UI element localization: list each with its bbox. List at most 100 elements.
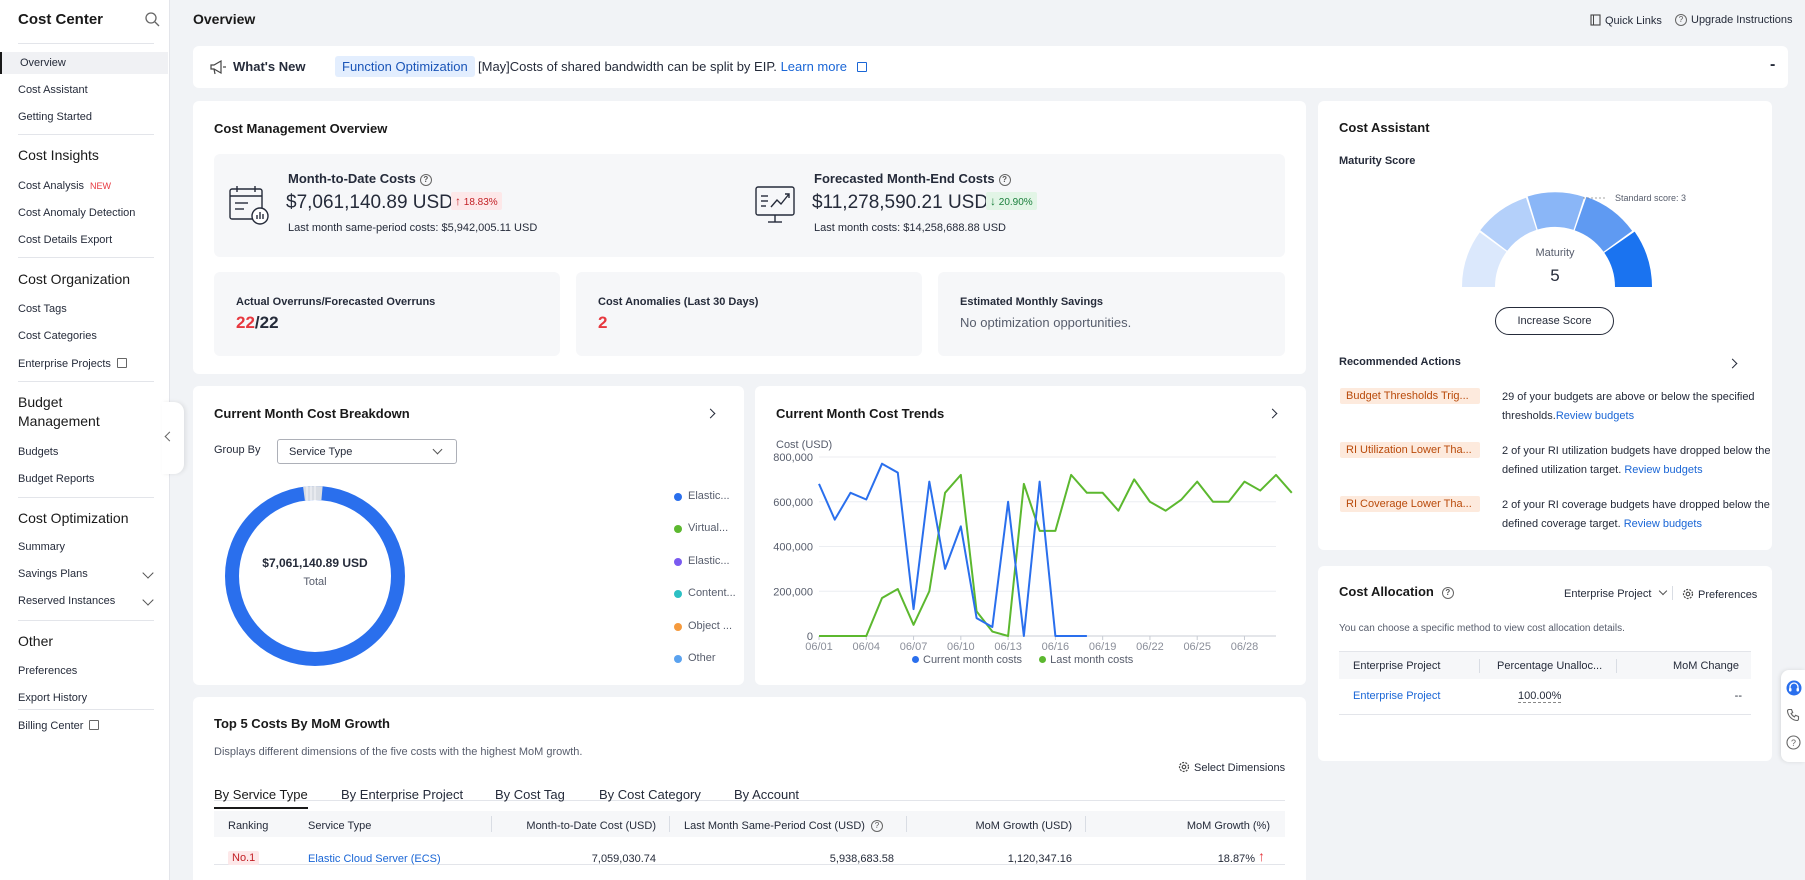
review-budgets-link[interactable]: Review budgets — [1624, 464, 1702, 476]
sidebar-item-overview[interactable]: Overview — [0, 52, 168, 74]
search-icon[interactable] — [144, 11, 160, 27]
fc-label-text: Forecasted Month-End Costs — [814, 171, 995, 186]
recommendation-tag[interactable]: Budget Thresholds Trig... — [1340, 388, 1480, 404]
y-tick-label: 200,000 — [773, 586, 813, 598]
sidebar-item-cost-details-export[interactable]: Cost Details Export — [18, 234, 112, 246]
tab-by-cost-category[interactable]: By Cost Category — [599, 787, 701, 802]
sidebar-item-cost-anomaly-detection[interactable]: Cost Anomaly Detection — [18, 207, 135, 219]
mtd-label-text: Month-to-Date Costs — [288, 171, 416, 186]
divider — [18, 257, 154, 258]
x-tick-label: 06/10 — [947, 641, 975, 653]
overruns-box[interactable]: Actual Overruns/Forecasted Overruns 22/2… — [214, 272, 560, 356]
legend-dot — [674, 590, 682, 599]
tab-by-cost-tag[interactable]: By Cost Tag — [495, 787, 565, 802]
divider — [18, 43, 154, 44]
divider — [18, 497, 154, 498]
sidebar-item-billing-center[interactable]: Billing Center — [18, 719, 100, 732]
sidebar-item-budget-reports[interactable]: Budget Reports — [18, 473, 94, 485]
sidebar-group-cost-insights: Cost Insights — [18, 147, 99, 163]
allocation-dimension-select[interactable]: Enterprise Project — [1564, 586, 1668, 600]
sidebar-item-cost-analysis[interactable]: Cost Analysis NEW — [18, 180, 111, 192]
sidebar-item-enterprise-projects[interactable]: Enterprise Projects — [18, 357, 127, 370]
recommendation-tag[interactable]: RI Utilization Lower Tha... — [1340, 442, 1480, 458]
tab-by-enterprise-project[interactable]: By Enterprise Project — [341, 787, 463, 802]
chevron-right-icon[interactable] — [1267, 408, 1278, 419]
sidebar-item-cost-assistant[interactable]: Cost Assistant — [18, 84, 88, 96]
preferences-button[interactable]: Preferences — [1682, 588, 1757, 601]
customer-service-icon[interactable] — [1786, 680, 1802, 696]
sidebar-collapse-button[interactable] — [162, 402, 184, 474]
help-icon[interactable]: ? — [998, 173, 1011, 186]
help-circle-icon[interactable]: ? — [1786, 735, 1801, 750]
review-budgets-link[interactable]: Review budgets — [1556, 410, 1634, 422]
unallocated-percentage[interactable]: 100.00% — [1518, 690, 1562, 703]
legend-current-label[interactable]: Current month costs — [923, 654, 1022, 666]
chevron-right-icon[interactable] — [1727, 358, 1738, 369]
help-icon[interactable]: ? — [419, 173, 432, 186]
sidebar-item-reserved-instances[interactable]: Reserved Instances — [18, 595, 115, 607]
sidebar-item-budgets[interactable]: Budgets — [18, 446, 58, 458]
group-by-select[interactable]: Service Type — [277, 439, 457, 464]
anomalies-value[interactable]: 2 — [598, 313, 607, 333]
help-icon[interactable]: ? — [1441, 586, 1454, 599]
y-tick-label: 800,000 — [773, 452, 813, 464]
review-budgets-link[interactable]: Review budgets — [1624, 518, 1702, 530]
sidebar-item-getting-started[interactable]: Getting Started — [18, 111, 92, 123]
cell-mtd-cost: 7,059,030.74 — [591, 853, 656, 865]
allocation-title: Cost Allocation — [1339, 584, 1434, 599]
sidebar-item-cost-tags[interactable]: Cost Tags — [18, 303, 67, 315]
cost-allocation-card: Cost Allocation? Enterprise Project Pref… — [1318, 566, 1772, 761]
collapse-news-button[interactable]: - — [1770, 56, 1775, 74]
x-tick-label: 06/01 — [805, 641, 833, 653]
mtd-last-period: Last month same-period costs: $5,942,005… — [288, 222, 538, 234]
chevron-down-icon[interactable] — [142, 567, 154, 579]
chevron-right-icon[interactable] — [705, 408, 716, 419]
col-last-month-cost: Last Month Same-Period Cost (USD)? — [684, 820, 883, 833]
external-link-icon — [116, 358, 127, 368]
megaphone-icon — [210, 59, 226, 75]
group-line-2: Management — [18, 413, 100, 429]
overruns-forecast: /22 — [254, 313, 279, 332]
legend-last-label[interactable]: Last month costs — [1050, 654, 1133, 666]
cost-breakdown-card: Current Month Cost Breakdown Group By Se… — [193, 386, 918, 685]
cost-calendar-icon — [229, 186, 269, 225]
recommendation-text: 2 of your RI utilization budgets have dr… — [1502, 442, 1772, 480]
sidebar-item-savings-plans[interactable]: Savings Plans — [18, 568, 88, 580]
select-dimensions-button[interactable]: Select Dimensions — [1178, 761, 1285, 774]
sidebar-item-export-history[interactable]: Export History — [18, 692, 87, 704]
maturity-label: Maturity — [1535, 247, 1575, 259]
x-tick-label: 06/22 — [1136, 641, 1164, 653]
col-separator — [1616, 659, 1617, 673]
col-service-type: Service Type — [308, 820, 372, 832]
chevron-left-icon — [164, 431, 175, 442]
service-link[interactable]: Elastic Cloud Server (ECS) — [308, 853, 441, 865]
upgrade-instructions-button[interactable]: ? Upgrade Instructions — [1675, 14, 1793, 27]
phone-icon[interactable] — [1786, 708, 1801, 723]
sidebar-group-cost-organization: Cost Organization — [18, 271, 131, 287]
chevron-down-icon[interactable] — [142, 594, 154, 606]
mtd-change-badge: ↑ 18.83% — [451, 192, 502, 210]
tab-by-account[interactable]: By Account — [734, 787, 799, 802]
legend-dot — [674, 493, 682, 501]
donut-total-value: $7,061,140.89 USD — [262, 556, 368, 570]
quick-links-button[interactable]: Quick Links — [1590, 14, 1662, 27]
learn-more-link[interactable]: Learn more — [781, 59, 847, 74]
enterprise-project-link[interactable]: Enterprise Project — [1353, 690, 1440, 702]
tab-by-service-type[interactable]: By Service Type — [214, 787, 308, 809]
mtd-change-value: 18.83% — [463, 197, 498, 208]
overruns-value[interactable]: 22/22 — [236, 313, 279, 333]
increase-score-button[interactable]: Increase Score — [1495, 307, 1614, 335]
anomalies-box[interactable]: Cost Anomalies (Last 30 Days) 2 — [576, 272, 922, 356]
sidebar-item-cost-categories[interactable]: Cost Categories — [18, 330, 97, 342]
whats-new-label: What's New — [233, 59, 306, 74]
legend-dot — [674, 557, 682, 566]
series-line-current-month — [818, 462, 1087, 637]
group-by-value: Service Type — [289, 446, 353, 458]
recommendation-tag[interactable]: RI Coverage Lower Tha... — [1340, 496, 1480, 512]
chevron-down-icon — [432, 444, 443, 455]
card-title: Cost Allocation? — [1339, 584, 1454, 599]
help-icon[interactable]: ? — [870, 820, 883, 833]
sidebar-item-preferences[interactable]: Preferences — [18, 665, 77, 677]
sidebar-item-summary[interactable]: Summary — [18, 541, 65, 553]
dropdown-value: Enterprise Project — [1564, 588, 1652, 600]
